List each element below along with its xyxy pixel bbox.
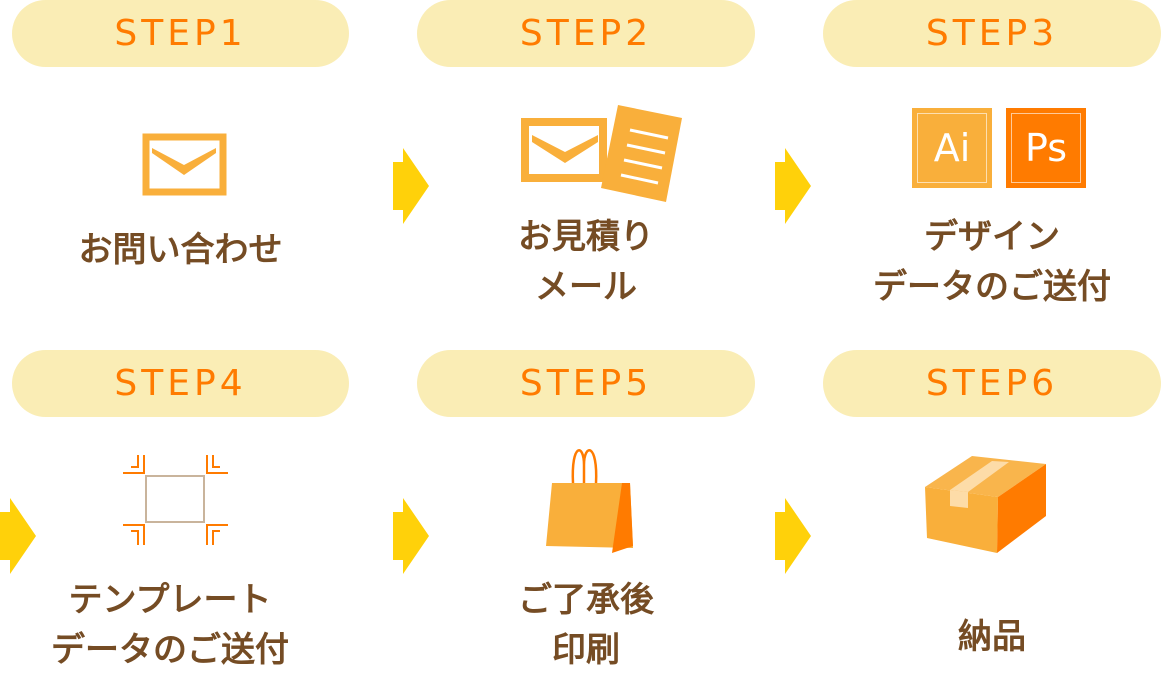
step4-label: テンプレート データのご送付: [0, 575, 340, 675]
arrow-right-icon: [393, 498, 429, 574]
illustrator-icon: Ai: [912, 108, 992, 188]
step5-label: ご了承後 印刷: [417, 575, 755, 675]
step3-label: デザイン データのご送付: [823, 212, 1161, 312]
step4-badge: STEP4: [12, 350, 349, 417]
step5-label-line2: 印刷: [552, 630, 620, 670]
step5-badge: STEP5: [417, 350, 755, 417]
arrow-right-icon: [0, 498, 36, 574]
step1-label: お問い合わせ: [12, 225, 349, 275]
crop-marks-icon: [123, 455, 228, 545]
step2-label-line1: お見積り: [518, 217, 654, 257]
step5-label-line1: ご了承後: [518, 580, 654, 620]
cardboard-box-icon: [925, 456, 1046, 553]
arrow-right-icon: [775, 498, 811, 574]
step4-label-line2: データのご送付: [51, 630, 289, 670]
step1-label-line1: お問い合わせ: [78, 230, 283, 270]
step3-badge: STEP3: [823, 0, 1161, 67]
step4-label-line1: テンプレート: [68, 580, 272, 620]
envelope-document-icon: [521, 105, 682, 202]
step6-label-line1: 納品: [958, 617, 1026, 657]
step1-badge: STEP1: [12, 0, 349, 67]
photoshop-icon: Ps: [1006, 108, 1086, 188]
shopping-bag-icon: [546, 449, 633, 553]
step6-label: 納品: [823, 612, 1161, 662]
step2-label-line2: メール: [535, 267, 637, 307]
envelope-icon: [142, 133, 227, 196]
step3-label-line2: データのご送付: [873, 267, 1111, 307]
step3-label-line1: デザイン: [924, 217, 1060, 257]
step6-badge: STEP6: [823, 350, 1161, 417]
step2-badge: STEP2: [417, 0, 755, 67]
arrow-right-icon: [775, 148, 811, 224]
step2-label: お見積り メール: [417, 212, 755, 312]
